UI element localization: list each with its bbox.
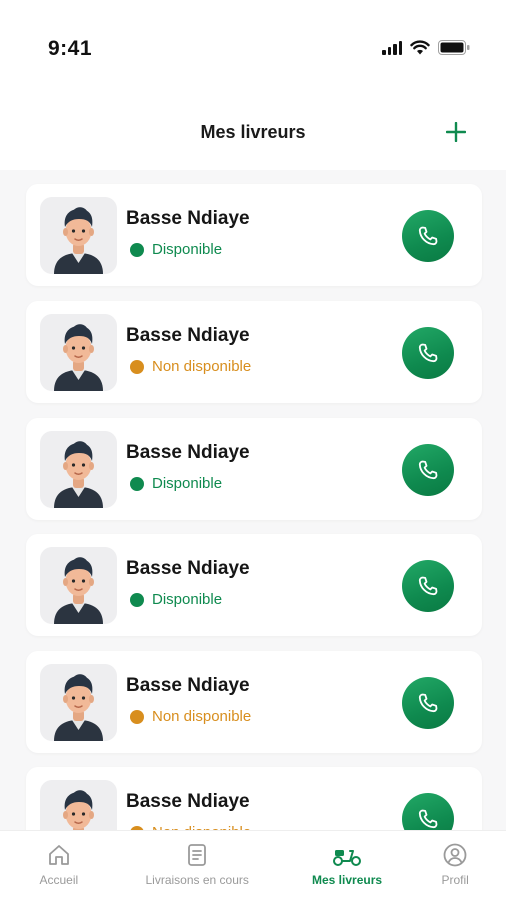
- add-driver-button[interactable]: [440, 116, 472, 148]
- nav-label: Profil: [441, 873, 469, 887]
- status-dot-icon: [130, 476, 144, 491]
- cellular-signal-icon: [382, 40, 402, 55]
- phone-icon: [416, 574, 440, 598]
- nav-label: Mes livreurs: [312, 873, 383, 887]
- call-button[interactable]: [402, 677, 454, 729]
- status-label: Disponible: [152, 591, 223, 608]
- driver-name: Basse Ndiaye: [126, 208, 250, 229]
- driver-card[interactable]: Basse Ndiaye Disponible: [26, 534, 482, 636]
- plus-icon: [446, 122, 466, 142]
- driver-card[interactable]: Basse Ndiaye Non disponible: [26, 301, 482, 403]
- status-dot-icon: [130, 242, 144, 257]
- driver-card[interactable]: Basse Ndiaye Non disponible: [26, 651, 482, 753]
- availability-status: Non disponible: [130, 708, 251, 725]
- battery-icon: [438, 40, 470, 55]
- avatar: [40, 547, 117, 624]
- status-bar: 9:41: [0, 0, 506, 90]
- driver-name: Basse Ndiaye: [126, 325, 250, 346]
- avatar: [40, 431, 117, 508]
- scooter-icon: [331, 841, 363, 869]
- avatar: [40, 664, 117, 741]
- call-button[interactable]: [402, 560, 454, 612]
- call-button[interactable]: [402, 793, 454, 830]
- bottom-navigation: Accueil Livraisons en cours Mes livreurs…: [0, 830, 506, 900]
- avatar: [40, 314, 117, 391]
- driver-name: Basse Ndiaye: [126, 675, 250, 696]
- availability-status: Non disponible: [130, 358, 251, 375]
- nav-label: Livraisons en cours: [145, 873, 249, 887]
- call-button[interactable]: [402, 444, 454, 496]
- nav-item-profil[interactable]: Profil: [442, 841, 469, 887]
- status-icons: [382, 40, 470, 55]
- nav-label: Accueil: [39, 873, 79, 887]
- user-circle-icon: [442, 841, 468, 869]
- phone-icon: [416, 807, 440, 830]
- avatar: [40, 780, 117, 830]
- driver-name: Basse Ndiaye: [126, 791, 250, 812]
- phone-icon: [416, 224, 440, 248]
- drivers-list[interactable]: Basse Ndiaye Disponible Basse Ndiaye Non…: [0, 170, 506, 830]
- status-label: Non disponible: [152, 358, 252, 375]
- driver-card[interactable]: Basse Ndiaye Non disponible: [26, 767, 482, 830]
- status-label: Disponible: [152, 475, 223, 492]
- status-label: Non disponible: [152, 708, 252, 725]
- avatar: [40, 197, 117, 274]
- status-dot-icon: [130, 709, 144, 724]
- driver-card[interactable]: Basse Ndiaye Disponible: [26, 184, 482, 286]
- app-screen: 9:41 Mes livreurs Basse Ndiaye Disponibl…: [0, 0, 506, 900]
- nav-item-mes-livreurs[interactable]: Mes livreurs: [312, 841, 382, 887]
- availability-status: Disponible: [130, 475, 222, 492]
- phone-icon: [416, 341, 440, 365]
- status-time: 9:41: [48, 37, 93, 60]
- driver-name: Basse Ndiaye: [126, 442, 250, 463]
- page-header: Mes livreurs: [0, 112, 506, 152]
- status-dot-icon: [130, 592, 144, 607]
- driver-card[interactable]: Basse Ndiaye Disponible: [26, 418, 482, 520]
- availability-status: Disponible: [130, 241, 222, 258]
- driver-name: Basse Ndiaye: [126, 558, 250, 579]
- status-dot-icon: [130, 359, 144, 374]
- page-title: Mes livreurs: [200, 122, 306, 142]
- nav-item-livraisons-en-cours[interactable]: Livraisons en cours: [146, 841, 249, 887]
- document-icon: [185, 841, 209, 869]
- nav-item-accueil[interactable]: Accueil: [39, 841, 79, 887]
- home-icon: [46, 841, 72, 869]
- availability-status: Disponible: [130, 591, 222, 608]
- status-label: Disponible: [152, 241, 223, 258]
- phone-icon: [416, 458, 440, 482]
- call-button[interactable]: [402, 327, 454, 379]
- call-button[interactable]: [402, 210, 454, 262]
- wifi-icon: [410, 40, 430, 55]
- phone-icon: [416, 691, 440, 715]
